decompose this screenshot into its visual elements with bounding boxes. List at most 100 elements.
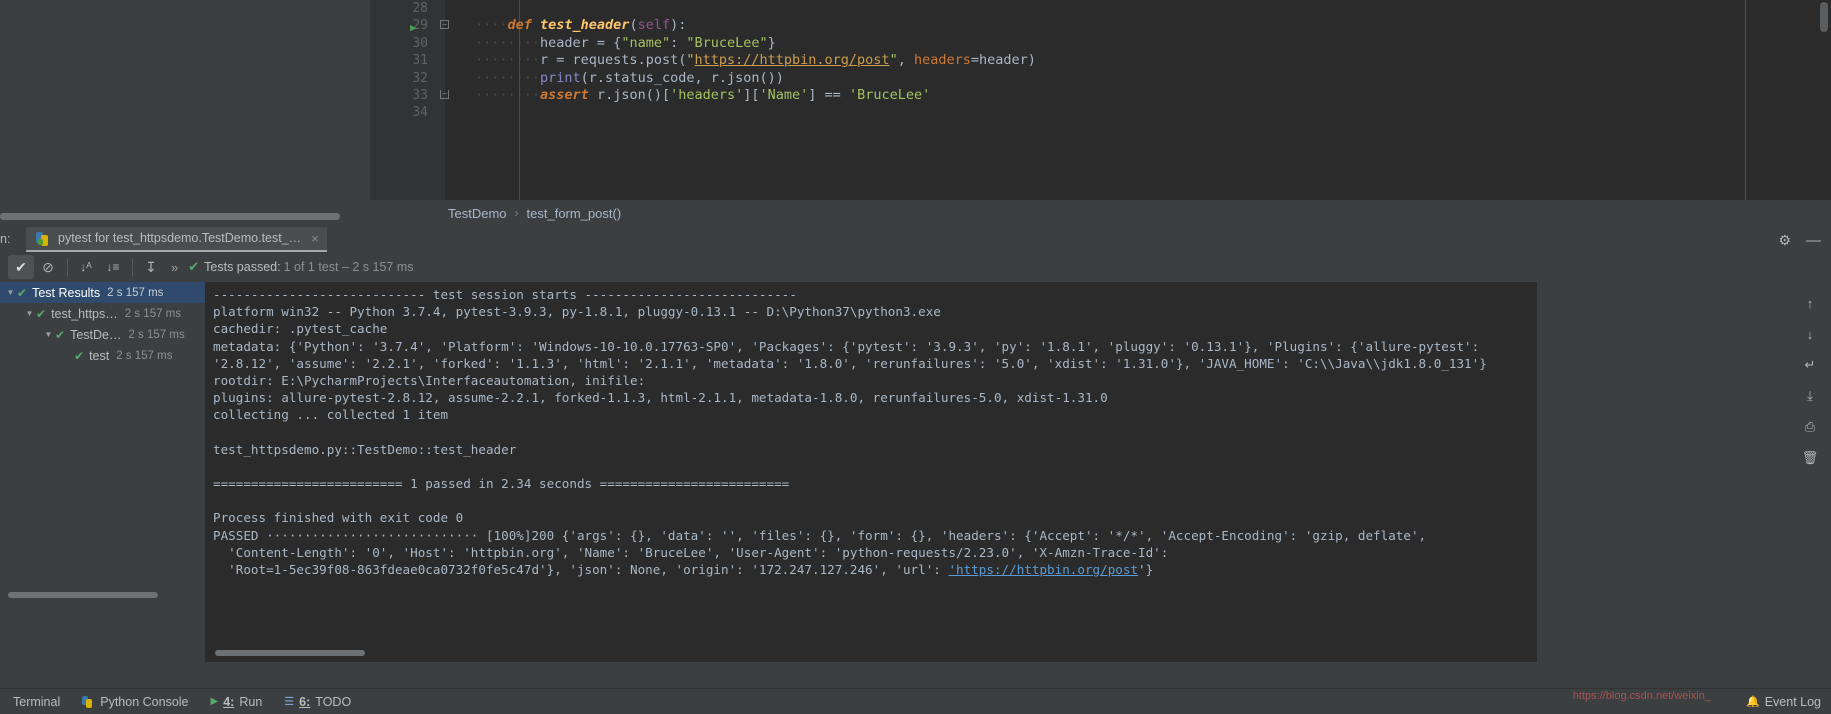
scroll-up-icon[interactable]: ↑ (1799, 292, 1821, 314)
url-link[interactable]: https://httpbin.org/post (694, 52, 889, 68)
triangle-down-icon[interactable]: ▼ (23, 309, 36, 318)
status-todo-label: TODO (315, 694, 352, 709)
test-tree-node[interactable]: ✔ test 2 s 157 ms (0, 345, 205, 366)
console-output[interactable]: ---------------------------- test sessio… (207, 282, 1537, 662)
minimize-icon[interactable]: — (1806, 232, 1821, 249)
todo-icon: ☰ (284, 696, 295, 708)
console-line: metadata: {'Python': '3.7.4', 'Platform'… (213, 338, 1480, 354)
console-line: ---------------------------- test sessio… (213, 287, 797, 302)
more-options-icon[interactable]: » (171, 260, 178, 275)
console-line: platform win32 -- Python 3.7.4, pytest-3… (213, 304, 941, 320)
code-text: ········r = requests.post("https://httpb… (475, 52, 1036, 69)
line-number: 34 (412, 105, 428, 121)
close-icon[interactable]: × (311, 231, 319, 246)
expand-collapse-button[interactable]: ↧ (138, 255, 164, 279)
editor-vertical-scrollbar[interactable] (1820, 2, 1828, 32)
test-node-label: TestDe… (70, 327, 122, 342)
tree-horizontal-scrollbar[interactable] (8, 592, 158, 598)
test-tree-node[interactable]: ▼ ✔ test_https… 2 s 157 ms (0, 303, 205, 324)
python-pytest-icon (36, 231, 51, 246)
pycharm-window: 28 29 ▶ − ····def test_header(self): 30 ······… (0, 0, 1831, 714)
project-tool-window-area (0, 0, 370, 220)
code-editor[interactable]: 28 29 ▶ − ····def test_header(self): 30 ······… (370, 0, 1831, 200)
test-node-label: test (89, 348, 110, 363)
breadcrumb-class[interactable]: TestDemo (448, 206, 507, 221)
status-event-log[interactable]: 🔔 Event Log (1746, 695, 1821, 709)
triangle-down-icon[interactable]: ▼ (4, 288, 17, 297)
breadcrumb-method[interactable]: test_form_post() (527, 206, 622, 221)
clear-all-icon[interactable]: 🗑 (1799, 447, 1821, 469)
show-ignored-button[interactable]: ⊘ (35, 255, 61, 279)
status-todo[interactable]: ☰ 6: TODO (273, 689, 362, 714)
status-terminal-label: Terminal (13, 694, 61, 709)
code-line: 29 ▶ − ····def test_header(self): (370, 17, 1831, 34)
triangle-down-icon[interactable]: ▼ (42, 330, 55, 339)
sort-by-duration-button[interactable]: ↓≡ (100, 255, 126, 279)
console-line: ========================= 1 passed in 2.… (213, 476, 790, 492)
sort-alphabetically-button[interactable]: ↓ᴬ (73, 255, 99, 279)
gear-icon[interactable]: ⚙ (1778, 232, 1791, 249)
test-tree-node[interactable]: ▼ ✔ TestDe… 2 s 157 ms (0, 324, 205, 345)
code-text: ····def test_header(self): (475, 17, 687, 34)
test-tree-node[interactable]: ▼ ✔ Test Results 2 s 157 ms (0, 282, 205, 303)
status-run[interactable]: ▶ 4: Run (200, 689, 274, 714)
test-passed-icon: ✔ (36, 306, 47, 321)
tab-title: pytest for test_httpsdemo.TestDemo.test_… (58, 231, 302, 245)
status-terminal[interactable]: Terminal (2, 689, 71, 714)
scroll-down-icon[interactable]: ↓ (1799, 323, 1821, 345)
console-line: Process finished with exit code 0 (213, 510, 464, 526)
console-line: test_httpsdemo.py::TestDemo::test_header (213, 441, 517, 457)
console-horizontal-scrollbar[interactable] (215, 650, 365, 656)
run-tool-window: n: pytest for test_httpsdemo.TestDemo.te… (0, 226, 1831, 688)
code-line: 32 ········print(r.status_code, r.json()) (370, 70, 1831, 87)
project-horizontal-scrollbar[interactable] (0, 213, 340, 220)
test-node-label: test_https… (51, 306, 118, 321)
test-passed-icon: ✔ (55, 327, 66, 342)
code-text: ········print(r.status_code, r.json()) (475, 69, 784, 86)
test-node-duration: 2 s 157 ms (124, 307, 182, 320)
tests-passed-detail: 1 of 1 test – 2 s 157 ms (283, 260, 414, 274)
console-line: plugins: allure-pytest-2.8.12, assume-2.… (213, 390, 1108, 406)
toolbar-divider (67, 258, 68, 276)
line-number: 28 (412, 1, 428, 16)
console-side-toolbar: ↑ ↓ ↵ ⤓ ⎙ 🗑 (1543, 282, 1831, 662)
code-line: 34 (370, 104, 1831, 121)
soft-wrap-icon[interactable]: ↵ (1799, 354, 1821, 376)
print-icon[interactable]: ⎙ (1799, 416, 1821, 438)
toolbar-divider-2 (132, 258, 133, 276)
run-window-label: n: (0, 232, 11, 246)
editor-area: 28 29 ▶ − ····def test_header(self): 30 ······… (0, 0, 1831, 226)
console-url-link[interactable]: 'https://httpbin.org/post (948, 562, 1138, 577)
fold-collapse-icon[interactable]: − (440, 20, 449, 30)
console-line: cachedir: .pytest_cache (213, 321, 388, 337)
status-event-log-label: Event Log (1764, 694, 1821, 709)
console-line: collecting ... collected 1 item (213, 407, 449, 423)
line-number: 33 (412, 87, 428, 103)
export-icon[interactable]: ⤓ (1799, 385, 1821, 407)
test-passed-icon: ✔ (74, 348, 85, 363)
status-python-console-label: Python Console (100, 694, 189, 709)
status-run-number: 4: (223, 694, 235, 709)
status-python-console[interactable]: Python Console (71, 689, 199, 714)
watermark-text: https://blog.csdn.net/weixin_ (1572, 690, 1711, 702)
tests-passed-label: Tests passed: (204, 260, 281, 274)
status-bar: Terminal Python Console ▶ 4: Run ☰ 6: TO… (0, 688, 1831, 714)
line-number: 31 (412, 53, 428, 69)
breadcrumb-separator-icon: › (514, 206, 519, 220)
test-results-tree[interactable]: ▼ ✔ Test Results 2 s 157 ms ▼ ✔ test_https… 2 s… (0, 282, 205, 662)
line-number: 30 (412, 35, 428, 51)
test-passed-icon: ✔ (17, 285, 28, 300)
status-run-label: Run (239, 694, 263, 709)
run-icon: ▶ (210, 696, 219, 707)
fold-end-icon[interactable]: − (440, 89, 449, 99)
console-line: 'Content-Length': '0', 'Host': 'httpbin.… (213, 544, 1169, 560)
status-todo-number: 6: (299, 694, 311, 709)
code-line: 31 ········r = requests.post("https://htt… (370, 52, 1831, 69)
show-passed-button[interactable]: ✔ (8, 255, 34, 279)
tab-pytest-run[interactable]: pytest for test_httpsdemo.TestDemo.test_… (26, 226, 327, 252)
console-line-passed: PASSED ···························· [100… (213, 527, 1427, 543)
test-node-duration: 2 s 157 ms (116, 349, 173, 362)
